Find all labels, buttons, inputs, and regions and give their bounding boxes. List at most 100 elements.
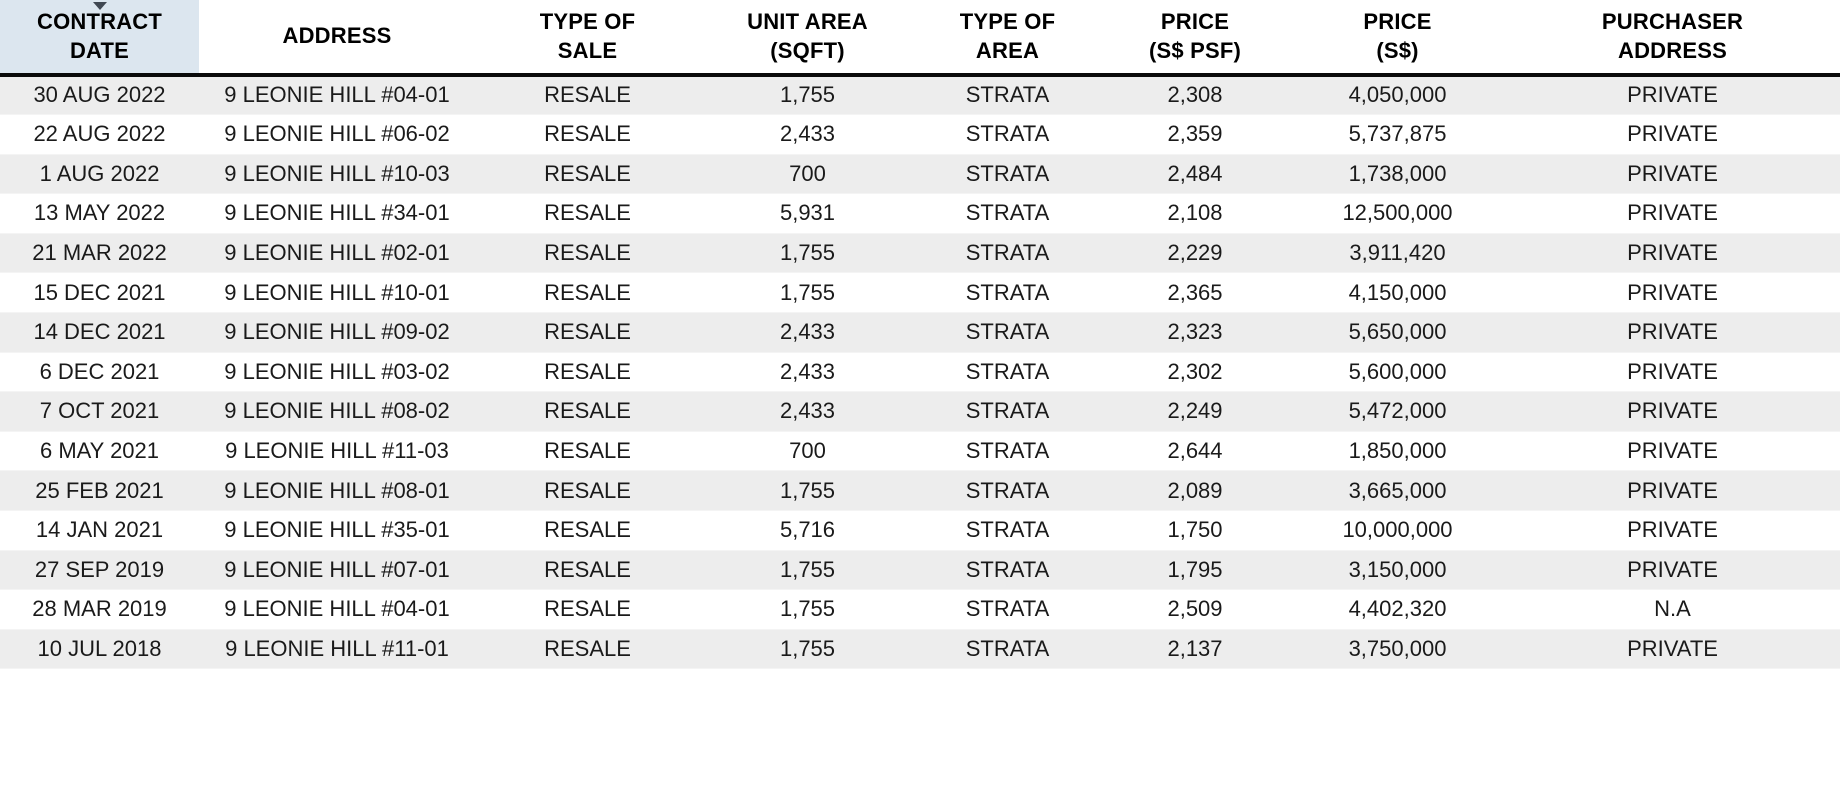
table-row[interactable]: 27 SEP 2019 9 LEONIE HILL #07-01 RESALE 1,7… — [0, 550, 1840, 591]
table-row[interactable]: 6 MAY 2021 9 LEONIE HILL #11-03 RESALE 700 S… — [0, 431, 1840, 472]
cell-address: 9 LEONIE HILL #35-01 — [199, 510, 475, 551]
cell-purchaser_address: PRIVATE — [1505, 193, 1840, 234]
cell-type_of_sale: RESALE — [475, 114, 700, 155]
cell-contract_date: 25 FEB 2021 — [0, 470, 199, 512]
column-header-label-line2: (S$ PSF) — [1148, 37, 1242, 63]
column-header-address[interactable]: ADDRESS — [199, 0, 475, 77]
cell-address: 9 LEONIE HILL #03-02 — [199, 352, 475, 393]
cell-unit_area: 700 — [700, 154, 915, 195]
cell-contract_date: 22 AUG 2022 — [0, 114, 199, 155]
cell-price: 3,150,000 — [1290, 550, 1505, 591]
cell-address: 9 LEONIE HILL #10-01 — [199, 272, 475, 314]
column-header-label-line1: PURCHASER — [1601, 9, 1744, 35]
cell-purchaser_address: PRIVATE — [1505, 550, 1840, 591]
cell-price: 5,650,000 — [1290, 312, 1505, 353]
table-body: 30 AUG 2022 9 LEONIE HILL #04-01 RESALE 1,7… — [0, 75, 1840, 670]
table-row[interactable]: 22 AUG 2022 9 LEONIE HILL #06-02 RESALE 2,4… — [0, 114, 1840, 155]
cell-type_of_area: STRATA — [915, 629, 1100, 670]
table-row[interactable]: 13 MAY 2022 9 LEONIE HILL #34-01 RESALE 5,9… — [0, 193, 1840, 234]
cell-unit_area: 2,433 — [700, 391, 915, 432]
column-header-unit_area[interactable]: UNIT AREA (SQFT) — [700, 0, 915, 77]
cell-type_of_area: STRATA — [915, 193, 1100, 234]
cell-purchaser_address: PRIVATE — [1505, 114, 1840, 155]
cell-unit_area: 5,931 — [700, 193, 915, 234]
column-header-label-line2: SALE — [557, 37, 618, 63]
cell-price_psf: 2,484 — [1100, 154, 1290, 195]
cell-price_psf: 1,750 — [1100, 510, 1290, 551]
cell-price_psf: 2,359 — [1100, 114, 1290, 155]
column-header-purchaser_address[interactable]: PURCHASER ADDRESS — [1505, 0, 1840, 77]
cell-purchaser_address: N.A — [1505, 589, 1840, 630]
cell-unit_area: 1,755 — [700, 589, 915, 630]
table-row[interactable]: 30 AUG 2022 9 LEONIE HILL #04-01 RESALE 1,7… — [0, 75, 1840, 116]
table-row[interactable]: 21 MAR 2022 9 LEONIE HILL #02-01 RESALE 1,7… — [0, 233, 1840, 274]
column-header-label-line1: ADDRESS — [282, 23, 392, 49]
transaction-table-page: CONTRACT DATE ADDRESS TYPE OF SALE UNIT AREA(… — [0, 0, 1840, 786]
column-header-label-line1: UNIT AREA — [747, 9, 868, 35]
table-row[interactable]: 1 AUG 2022 9 LEONIE HILL #10-03 RESALE 700 S… — [0, 154, 1840, 195]
cell-contract_date: 28 MAR 2019 — [0, 589, 199, 630]
cell-address: 9 LEONIE HILL #08-01 — [199, 470, 475, 512]
column-header-type_of_sale[interactable]: TYPE OF SALE — [475, 0, 700, 77]
cell-type_of_area: STRATA — [915, 352, 1100, 393]
cell-price: 5,472,000 — [1290, 391, 1505, 432]
table-row[interactable]: 28 MAR 2019 9 LEONIE HILL #04-01 RESALE 1,7… — [0, 589, 1840, 630]
cell-price_psf: 2,323 — [1100, 312, 1290, 353]
cell-contract_date: 10 JUL 2018 — [0, 629, 199, 670]
cell-address: 9 LEONIE HILL #04-01 — [199, 75, 475, 116]
column-header-label-line2: AREA — [975, 37, 1040, 63]
cell-unit_area: 700 — [700, 431, 915, 472]
cell-contract_date: 7 OCT 2021 — [0, 391, 199, 432]
table-row[interactable]: 14 JAN 2021 9 LEONIE HILL #35-01 RESALE 5,7… — [0, 510, 1840, 551]
column-header-price[interactable]: PRICE (S$) — [1290, 0, 1505, 77]
cell-type_of_sale: RESALE — [475, 391, 700, 432]
column-header-label-line2: DATE — [69, 37, 130, 63]
cell-type_of_sale: RESALE — [475, 193, 700, 234]
cell-purchaser_address: PRIVATE — [1505, 154, 1840, 195]
cell-address: 9 LEONIE HILL #11-03 — [199, 431, 475, 472]
cell-address: 9 LEONIE HILL #10-03 — [199, 154, 475, 195]
cell-price_psf: 2,509 — [1100, 589, 1290, 630]
cell-address: 9 LEONIE HILL #08-02 — [199, 391, 475, 432]
cell-price: 10,000,000 — [1290, 510, 1505, 551]
cell-unit_area: 1,755 — [700, 470, 915, 512]
cell-contract_date: 15 DEC 2021 — [0, 272, 199, 314]
cell-address: 9 LEONIE HILL #11-01 — [199, 629, 475, 670]
column-header-label-line1: PRICE — [1363, 9, 1432, 35]
cell-price: 4,402,320 — [1290, 589, 1505, 630]
column-header-type_of_area[interactable]: TYPE OF AREA — [915, 0, 1100, 77]
cell-unit_area: 5,716 — [700, 510, 915, 551]
cell-purchaser_address: PRIVATE — [1505, 470, 1840, 512]
cell-contract_date: 27 SEP 2019 — [0, 550, 199, 591]
cell-purchaser_address: PRIVATE — [1505, 431, 1840, 472]
table-row[interactable]: 25 FEB 2021 9 LEONIE HILL #08-01 RESALE 1,7… — [0, 470, 1840, 512]
cell-price: 5,737,875 — [1290, 114, 1505, 155]
cell-price: 1,738,000 — [1290, 154, 1505, 195]
cell-price_psf: 2,308 — [1100, 75, 1290, 116]
cell-unit_area: 1,755 — [700, 272, 915, 314]
table-row[interactable]: 6 DEC 2021 9 LEONIE HILL #03-02 RESALE 2,43… — [0, 352, 1840, 393]
cell-price_psf: 2,089 — [1100, 470, 1290, 512]
cell-purchaser_address: PRIVATE — [1505, 75, 1840, 116]
cell-type_of_area: STRATA — [915, 233, 1100, 274]
cell-type_of_area: STRATA — [915, 391, 1100, 432]
cell-purchaser_address: PRIVATE — [1505, 272, 1840, 314]
cell-purchaser_address: PRIVATE — [1505, 629, 1840, 670]
cell-price: 12,500,000 — [1290, 193, 1505, 234]
column-header-contract_date[interactable]: CONTRACT DATE — [0, 0, 199, 77]
cell-contract_date: 1 AUG 2022 — [0, 154, 199, 195]
cell-contract_date: 6 MAY 2021 — [0, 431, 199, 472]
column-header-label-line1: CONTRACT — [36, 9, 163, 35]
table-row[interactable]: 10 JUL 2018 9 LEONIE HILL #11-01 RESALE 1,7… — [0, 629, 1840, 670]
table-row[interactable]: 14 DEC 2021 9 LEONIE HILL #09-02 RESALE 2,4… — [0, 312, 1840, 353]
cell-address: 9 LEONIE HILL #04-01 — [199, 589, 475, 630]
cell-type_of_sale: RESALE — [475, 431, 700, 472]
cell-address: 9 LEONIE HILL #02-01 — [199, 233, 475, 274]
table-row[interactable]: 15 DEC 2021 9 LEONIE HILL #10-01 RESALE 1,7… — [0, 272, 1840, 314]
cell-address: 9 LEONIE HILL #09-02 — [199, 312, 475, 353]
cell-type_of_area: STRATA — [915, 75, 1100, 116]
cell-price_psf: 2,137 — [1100, 629, 1290, 670]
column-header-price_psf[interactable]: PRICE (S$ PSF) — [1100, 0, 1290, 77]
cell-price: 3,750,000 — [1290, 629, 1505, 670]
table-row[interactable]: 7 OCT 2021 9 LEONIE HILL #08-02 RESALE 2,43… — [0, 391, 1840, 432]
